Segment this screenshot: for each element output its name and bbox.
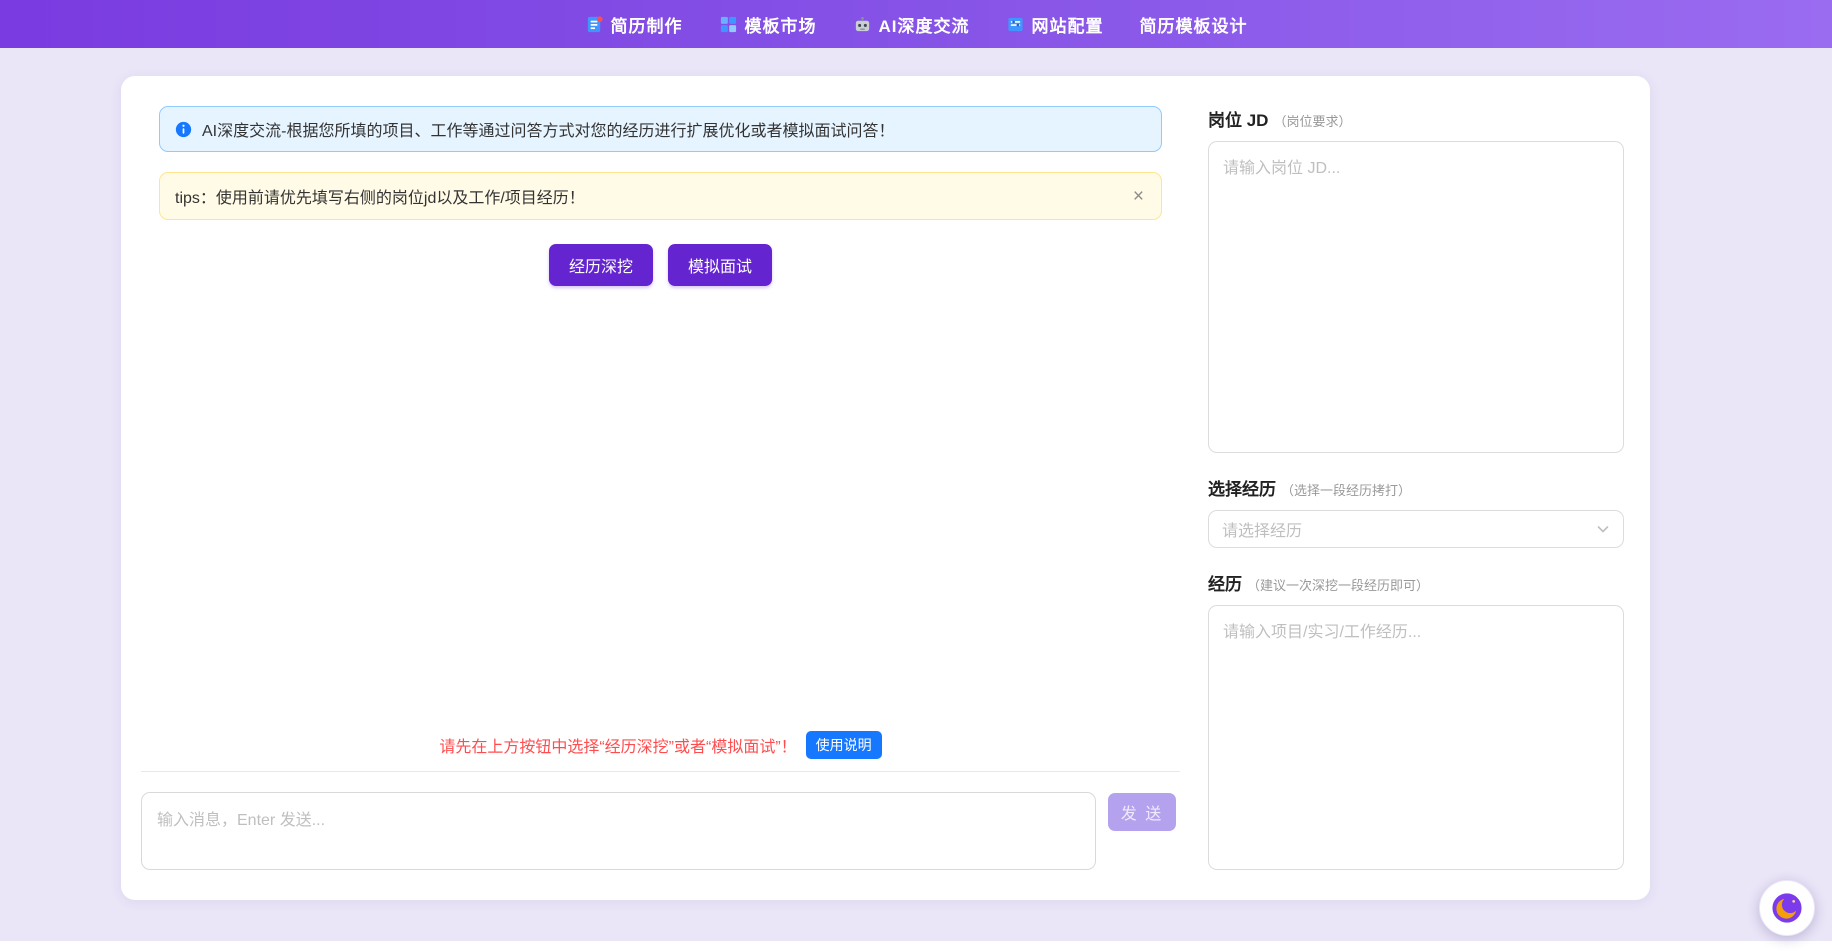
close-icon[interactable]: × — [1131, 187, 1146, 206]
experience-select[interactable]: 请选择经历 — [1208, 510, 1624, 548]
config-icon — [1006, 15, 1025, 34]
job-form-panel: 岗位 JD （岗位要求） 选择经历 （选择一段经历拷打） 请选择经历 经历 （建… — [1208, 106, 1624, 870]
experience-select-placeholder: 请选择经历 — [1222, 517, 1302, 541]
experience-select-label: 选择经历 — [1208, 475, 1276, 500]
top-nav: 简历制作 模板市场 AI深度交流 — [0, 0, 1832, 48]
robot-icon — [853, 15, 872, 34]
experience-label: 经历 — [1208, 570, 1242, 595]
experience-label-hint: （建议一次深挖一段经历即可） — [1247, 575, 1429, 594]
chat-empty-space — [159, 286, 1162, 731]
main-card: AI深度交流-根据您所填的项目、工作等通过问答方式对您的经历进行扩展优化或者模拟… — [121, 76, 1650, 900]
resume-icon — [585, 15, 604, 34]
chat-messages-area: AI深度交流-根据您所填的项目、工作等通过问答方式对您的经历进行扩展优化或者模拟… — [141, 106, 1180, 771]
chat-panel: AI深度交流-根据您所填的项目、工作等通过问答方式对您的经历进行扩展优化或者模拟… — [141, 106, 1180, 870]
jd-label-row: 岗位 JD （岗位要求） — [1208, 106, 1624, 131]
nav-item-template-market[interactable]: 模板市场 — [719, 12, 817, 37]
moon-icon — [1770, 891, 1804, 925]
usage-guide-button[interactable]: 使用说明 — [806, 731, 882, 759]
nav-item-label: 模板市场 — [745, 12, 817, 37]
nav-item-template-design[interactable]: 简历模板设计 — [1140, 12, 1248, 37]
nav-item-ai-chat[interactable]: AI深度交流 — [853, 12, 970, 37]
chevron-down-icon — [1596, 522, 1610, 536]
message-input[interactable] — [141, 792, 1096, 870]
deep-dig-button[interactable]: 经历深挖 — [549, 244, 653, 286]
nav-item-label: 简历模板设计 — [1140, 12, 1248, 37]
empty-hint-row: 请先在上方按钮中选择“经历深挖”或者“模拟面试”！ 使用说明 — [159, 731, 1162, 771]
theme-toggle-button[interactable] — [1759, 880, 1815, 936]
experience-label-row: 经历 （建议一次深挖一段经历即可） — [1208, 570, 1624, 595]
experience-select-hint: （选择一段经历拷打） — [1281, 480, 1411, 499]
mock-interview-button[interactable]: 模拟面试 — [668, 244, 772, 286]
jd-label-hint: （岗位要求） — [1273, 111, 1351, 130]
template-icon — [719, 15, 738, 34]
jd-textarea[interactable] — [1208, 141, 1624, 453]
nav-item-resume-builder[interactable]: 简历制作 — [585, 12, 683, 37]
message-input-row: 发 送 — [141, 772, 1180, 870]
info-banner: AI深度交流-根据您所填的项目、工作等通过问答方式对您的经历进行扩展优化或者模拟… — [159, 106, 1162, 152]
tips-banner: tips：使用前请优先填写右侧的岗位jd以及工作/项目经历！ × — [159, 172, 1162, 220]
page-background: AI深度交流-根据您所填的项目、工作等通过问答方式对您的经历进行扩展优化或者模拟… — [0, 48, 1832, 941]
info-banner-text: AI深度交流-根据您所填的项目、工作等通过问答方式对您的经历进行扩展优化或者模拟… — [202, 117, 894, 141]
empty-hint-text: 请先在上方按钮中选择“经历深挖”或者“模拟面试”！ — [439, 733, 796, 757]
nav-item-label: 网站配置 — [1032, 12, 1104, 37]
send-button[interactable]: 发 送 — [1108, 793, 1176, 831]
tips-banner-text: tips：使用前请优先填写右侧的岗位jd以及工作/项目经历！ — [175, 184, 585, 208]
experience-textarea[interactable] — [1208, 605, 1624, 870]
info-icon — [175, 121, 192, 138]
nav-item-site-config[interactable]: 网站配置 — [1006, 12, 1104, 37]
experience-select-label-row: 选择经历 （选择一段经历拷打） — [1208, 475, 1624, 500]
nav-item-label: AI深度交流 — [879, 12, 970, 37]
mode-button-row: 经历深挖 模拟面试 — [159, 244, 1162, 286]
nav-item-label: 简历制作 — [611, 12, 683, 37]
jd-label: 岗位 JD — [1208, 106, 1268, 131]
